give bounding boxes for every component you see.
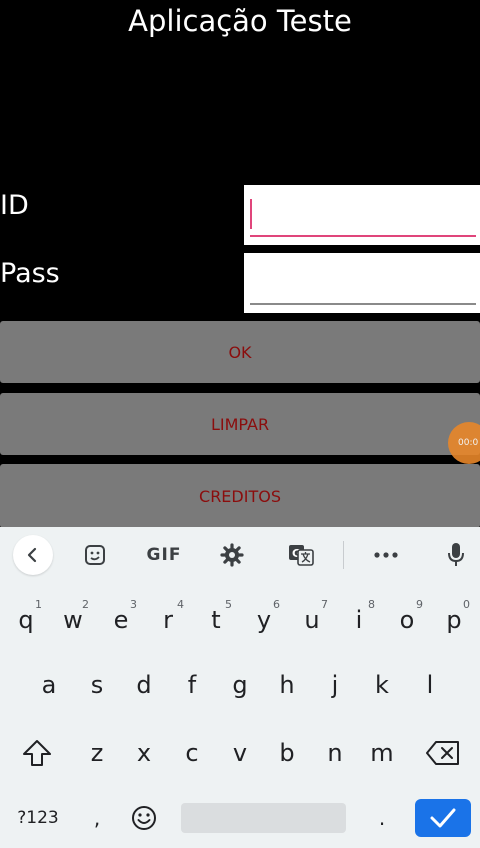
more-icon[interactable] [370, 535, 402, 575]
key-y[interactable]: y6 [242, 595, 286, 645]
backspace-icon[interactable] [421, 728, 465, 778]
key-comma[interactable]: , [75, 793, 119, 843]
key-f[interactable]: f [170, 660, 214, 710]
sticker-icon[interactable] [78, 535, 112, 575]
key-d[interactable]: d [122, 660, 166, 710]
gif-icon[interactable]: GIF [142, 535, 186, 575]
key-e[interactable]: e3 [99, 595, 143, 645]
emoji-icon[interactable] [122, 793, 166, 843]
key-t[interactable]: t5 [194, 595, 238, 645]
gear-icon[interactable] [216, 535, 248, 575]
key-period[interactable]: . [360, 793, 404, 843]
key-r[interactable]: r4 [146, 595, 190, 645]
key-o[interactable]: o9 [385, 595, 429, 645]
key-k[interactable]: k [360, 660, 404, 710]
toolbar-divider [343, 541, 344, 569]
mic-icon[interactable] [441, 535, 471, 575]
id-input[interactable] [244, 185, 480, 245]
key-l[interactable]: l [408, 660, 452, 710]
key-p[interactable]: p0 [432, 595, 476, 645]
space-bar[interactable] [181, 803, 346, 833]
app-title: Aplicação Teste [128, 4, 352, 38]
pass-input-underline [250, 303, 476, 305]
key-g[interactable]: g [218, 660, 262, 710]
soft-keyboard: GIF G q1 w2 e3 r4 t5 y6 u7 i8 o9 p0 a s … [0, 527, 480, 848]
recording-timer: 00:0 [458, 438, 479, 448]
ok-button[interactable]: OK [0, 321, 480, 383]
credits-button[interactable]: CREDITOS [0, 464, 480, 528]
keyboard-toolbar: GIF G [0, 527, 480, 583]
id-label: ID [0, 190, 29, 221]
key-z[interactable]: z [75, 728, 119, 778]
id-input-underline [250, 235, 476, 237]
symbols-key[interactable]: ?123 [14, 793, 62, 843]
screen-recorder-bubble[interactable]: 00:0 [448, 422, 480, 464]
key-j[interactable]: j [313, 660, 357, 710]
key-u[interactable]: u7 [290, 595, 334, 645]
key-a[interactable]: a [27, 660, 71, 710]
key-i[interactable]: i8 [337, 595, 381, 645]
key-s[interactable]: s [75, 660, 119, 710]
key-x[interactable]: x [122, 728, 166, 778]
key-b[interactable]: b [265, 728, 309, 778]
pass-input[interactable] [244, 253, 480, 313]
key-m[interactable]: m [360, 728, 404, 778]
checkmark-icon [430, 808, 456, 828]
key-v[interactable]: v [218, 728, 262, 778]
translate-icon[interactable]: G [284, 535, 318, 575]
clear-button[interactable]: LIMPAR [0, 393, 480, 455]
key-n[interactable]: n [313, 728, 357, 778]
text-cursor [250, 199, 252, 229]
key-h[interactable]: h [265, 660, 309, 710]
chevron-left-icon[interactable] [13, 535, 53, 575]
shift-icon[interactable] [15, 728, 59, 778]
app-screen: Aplicação Teste ID Pass OK LIMPAR CREDIT… [0, 0, 480, 528]
key-c[interactable]: c [170, 728, 214, 778]
key-w[interactable]: w2 [51, 595, 95, 645]
pass-label: Pass [0, 258, 60, 289]
enter-button[interactable] [415, 799, 471, 837]
key-q[interactable]: q1 [4, 595, 48, 645]
